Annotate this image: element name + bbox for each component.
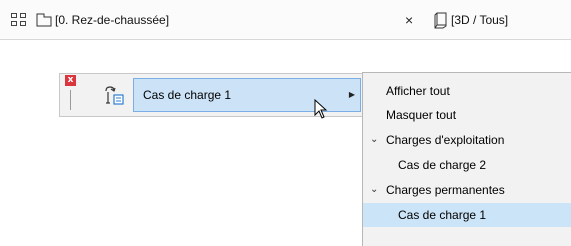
grid-view-icon[interactable] — [11, 13, 27, 27]
menu-item-load-case-2[interactable]: Cas de charge 2 — [363, 153, 571, 177]
mouse-cursor-icon — [314, 99, 328, 119]
tab-bar: [0. Rez-de-chaussée] × [3D / Tous] — [0, 0, 571, 40]
tab-3d-label: [3D / Tous] — [451, 13, 509, 27]
load-case-icon — [105, 86, 124, 105]
menu-item-label: Cas de charge 1 — [398, 208, 487, 222]
tab-3d-view[interactable]: [3D / Tous] — [434, 0, 508, 40]
cube-3d-icon — [434, 12, 447, 28]
menu-group-dead-loads[interactable]: ⌄ Charges permanentes — [363, 178, 571, 202]
menu-item-label: Afficher tout — [386, 84, 450, 98]
chevron-down-icon: ⌄ — [370, 134, 379, 145]
menu-item-hide-all[interactable]: Masquer tout — [363, 103, 571, 127]
floor-plan-icon — [36, 13, 52, 27]
chevron-down-icon: ⌄ — [370, 184, 379, 195]
menu-group-label: Charges d'exploitation — [386, 133, 505, 147]
load-case-menu: Afficher tout Masquer tout ⌄ Charges d'e… — [362, 72, 571, 246]
menu-item-show-all[interactable]: Afficher tout — [363, 79, 571, 103]
dropdown-selected-value: Cas de charge 1 — [143, 88, 232, 102]
palette-close-icon[interactable]: x — [65, 75, 76, 86]
menu-item-label: Cas de charge 2 — [398, 158, 487, 172]
submenu-arrow-icon: ▶ — [348, 90, 355, 99]
menu-group-live-loads[interactable]: ⌄ Charges d'exploitation — [363, 128, 571, 152]
menu-group-label: Charges permanentes — [386, 183, 505, 197]
tab-close-icon[interactable]: × — [405, 12, 413, 28]
tab-floor-label: [0. Rez-de-chaussée] — [55, 13, 170, 27]
menu-item-load-case-1[interactable]: Cas de charge 1 — [363, 203, 571, 227]
palette-drag-handle[interactable] — [70, 90, 71, 110]
menu-item-label: Masquer tout — [386, 108, 457, 122]
